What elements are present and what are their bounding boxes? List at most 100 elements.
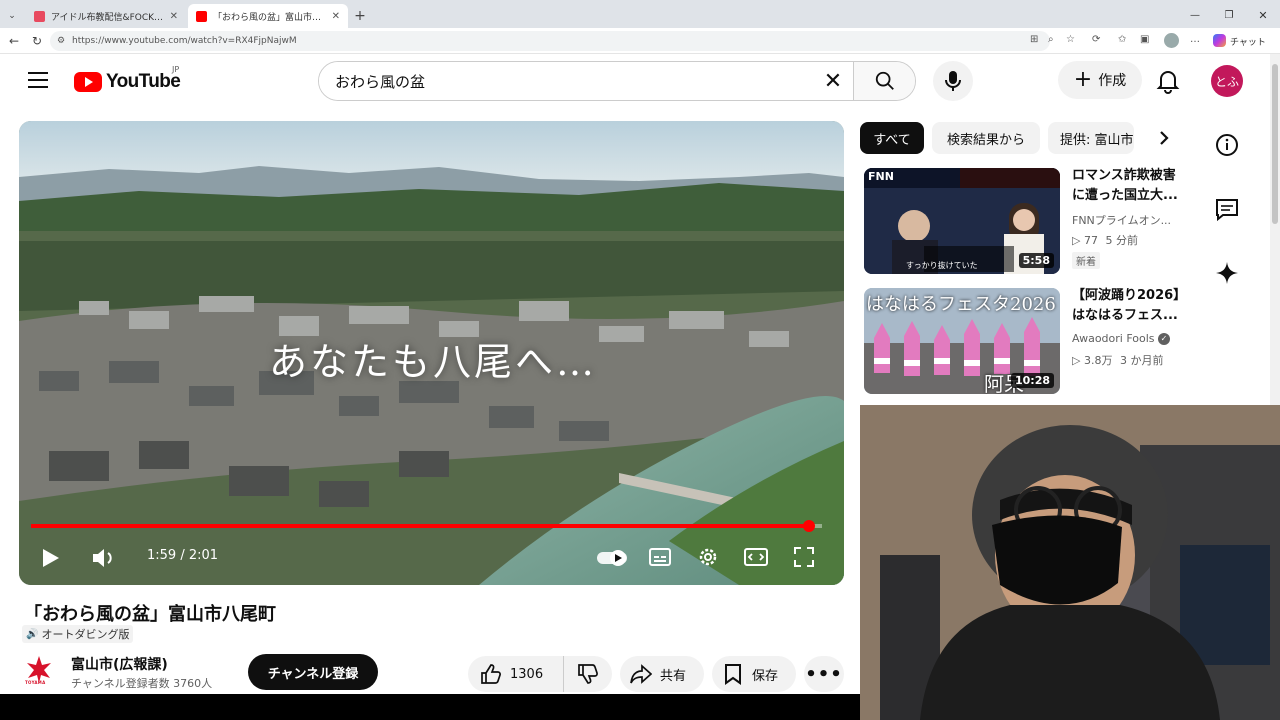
channel-name[interactable]: 富山市(広報課) — [71, 654, 168, 674]
create-label: 作成 — [1098, 73, 1127, 89]
verified-badge-icon: ✓ — [1158, 333, 1171, 345]
youtube-logo[interactable]: YouTube JP — [74, 65, 181, 93]
auto-dubbing-badge[interactable]: 🔊 オートダビング版 — [22, 625, 134, 643]
gear-icon — [699, 548, 717, 566]
minimize-button[interactable]: — — [1178, 4, 1212, 28]
theater-mode-icon — [744, 548, 768, 566]
thumbs-down-icon — [578, 664, 598, 684]
thumbnail-caption: すっかり抜けていた — [906, 261, 978, 270]
channel-subscriber-count: チャンネル登録者数 3760人 — [71, 677, 213, 690]
chevron-right-icon — [1160, 131, 1169, 145]
webcam-person-image — [860, 405, 1280, 720]
copilot-icon[interactable] — [1213, 34, 1226, 47]
recommendation-item[interactable]: はなはるフェスタ2026 阿呆 10:28 【阿波踊り2026】はなはるフェス.… — [860, 288, 1190, 404]
share-button[interactable]: 共有 — [620, 656, 704, 692]
recommendation-item[interactable]: FNN すっかり抜けていた 5:58 ロマンス詐欺被害に遭った国立大... FN… — [860, 168, 1190, 284]
recommendation-channel[interactable]: FNNプライムオン... — [1072, 212, 1188, 228]
search-bar: ✕ — [318, 61, 916, 101]
channel-avatar[interactable]: TOYAMA — [23, 653, 55, 685]
favorite-star-icon[interactable]: ☆ — [1066, 34, 1075, 45]
collections-icon[interactable]: ▣ — [1140, 34, 1149, 45]
info-button[interactable] — [1214, 132, 1242, 160]
refresh-icon[interactable]: ↻ — [29, 33, 45, 49]
search-button[interactable] — [853, 62, 915, 100]
tab-list-button[interactable]: ⌄ — [0, 4, 24, 28]
reader-icon[interactable]: ⊞ — [1030, 34, 1038, 45]
more-horizontal-icon: ••• — [805, 663, 843, 685]
save-button[interactable]: 保存 — [712, 656, 796, 692]
youtube-favicon — [196, 10, 207, 22]
account-avatar[interactable]: とふ — [1211, 65, 1243, 97]
youtube-header: YouTube JP ✕ + 作成 とふ — [0, 56, 1270, 108]
tab-title: 「おわら風の盆」富山市八尾町 - You — [213, 12, 326, 23]
chat-button[interactable] — [1214, 197, 1242, 225]
views-play-icon: ▷ — [1072, 234, 1081, 247]
subtitles-button[interactable] — [649, 548, 671, 570]
sparkle-icon — [1216, 262, 1238, 284]
chips-next-button[interactable] — [1148, 122, 1180, 154]
favorites-icon[interactable]: ✩ — [1118, 34, 1126, 45]
browser-toolbar: ← ↻ ⚙ https://www.youtube.com/watch?v=RX… — [0, 28, 1280, 54]
recommendation-channel[interactable]: Awaodori Fools ✓ — [1072, 332, 1188, 345]
bell-icon — [1156, 71, 1180, 94]
dislike-button[interactable] — [564, 656, 612, 692]
clear-search-icon[interactable]: ✕ — [813, 62, 853, 100]
youtube-play-logo-icon — [74, 72, 102, 92]
play-button[interactable] — [41, 547, 61, 573]
share-arrow-icon — [630, 664, 652, 684]
maximize-button[interactable]: ❐ — [1212, 4, 1246, 28]
close-tab-icon[interactable]: ✕ — [332, 11, 340, 22]
ai-sparkle-button[interactable] — [1214, 260, 1242, 288]
chip-by-channel[interactable]: 提供: 富山市 — [1048, 122, 1134, 154]
browser-tab-2[interactable]: 「おわら風の盆」富山市八尾町 - You ✕ — [188, 4, 348, 28]
new-tab-button[interactable]: + — [348, 4, 372, 28]
chip-all[interactable]: すべて — [860, 122, 924, 154]
browser-tab-1[interactable]: アイドル布教配信&FOCKニュース [日 ✕ — [26, 4, 186, 28]
webcam-overlay — [860, 405, 1280, 720]
fullscreen-button[interactable] — [793, 546, 815, 572]
create-button[interactable]: + 作成 — [1058, 61, 1142, 99]
more-icon[interactable]: … — [1190, 34, 1200, 45]
settings-button[interactable] — [696, 545, 720, 573]
search-input[interactable] — [319, 62, 813, 100]
close-tab-icon[interactable]: ✕ — [170, 11, 178, 22]
browser-tab-bar: ⌄ アイドル布教配信&FOCKニュース [日 ✕ 「おわら風の盆」富山市八尾町 … — [0, 0, 1280, 28]
new-badge: 新着 — [1072, 252, 1100, 269]
like-button[interactable]: 1306 — [468, 656, 564, 692]
more-actions-button[interactable]: ••• — [804, 656, 844, 692]
tab-title: アイドル布教配信&FOCKニュース [日 — [51, 12, 164, 23]
scrollbar-thumb[interactable] — [1272, 64, 1278, 224]
zoom-icon[interactable]: ⌕ — [1048, 34, 1054, 45]
bottom-letterbox — [0, 694, 860, 720]
theater-mode-button[interactable] — [744, 548, 768, 570]
copilot-label[interactable]: チャット — [1230, 35, 1266, 48]
volume-button[interactable] — [91, 546, 117, 574]
site-info-icon[interactable]: ⚙ — [57, 31, 65, 51]
address-bar[interactable]: ⚙ https://www.youtube.com/watch?v=RX4Fjp… — [50, 31, 1050, 51]
hamburger-menu-icon[interactable] — [28, 72, 48, 93]
like-count: 1306 — [510, 666, 544, 682]
extensions-icon[interactable]: ⟳ — [1092, 34, 1100, 45]
autoplay-toggle[interactable] — [596, 549, 628, 571]
back-icon[interactable]: ← — [6, 33, 22, 49]
subscribe-button[interactable]: チャンネル登録 — [248, 654, 378, 690]
close-window-button[interactable]: ✕ — [1246, 4, 1280, 28]
fullscreen-icon — [794, 547, 814, 567]
tab-favicon — [34, 10, 45, 22]
video-player[interactable]: あなたも八尾へ… 1:59 / 2:01 — [19, 121, 844, 585]
chip-from-search[interactable]: 検索結果から — [932, 122, 1040, 154]
progress-bar[interactable] — [31, 520, 822, 532]
video-thumbnail[interactable]: FNN すっかり抜けていた 5:58 — [864, 168, 1060, 274]
video-thumbnail[interactable]: はなはるフェスタ2026 阿呆 10:28 — [864, 288, 1060, 394]
recommendation-title[interactable]: ロマンス詐欺被害に遭った国立大... — [1072, 166, 1188, 206]
dubbing-icon: 🔊 — [26, 628, 39, 640]
notifications-button[interactable] — [1156, 68, 1180, 98]
profile-icon[interactable] — [1164, 33, 1179, 48]
like-dislike-group: 1306 — [468, 656, 612, 692]
recommendation-meta: ▷ 77 5 分前 — [1072, 232, 1138, 248]
progress-fill — [31, 524, 809, 528]
voice-search-button[interactable] — [933, 61, 973, 101]
recommendation-title[interactable]: 【阿波踊り2026】はなはるフェス... — [1072, 286, 1188, 326]
scrubber-handle[interactable] — [802, 520, 815, 532]
region-code: JP — [172, 65, 180, 74]
